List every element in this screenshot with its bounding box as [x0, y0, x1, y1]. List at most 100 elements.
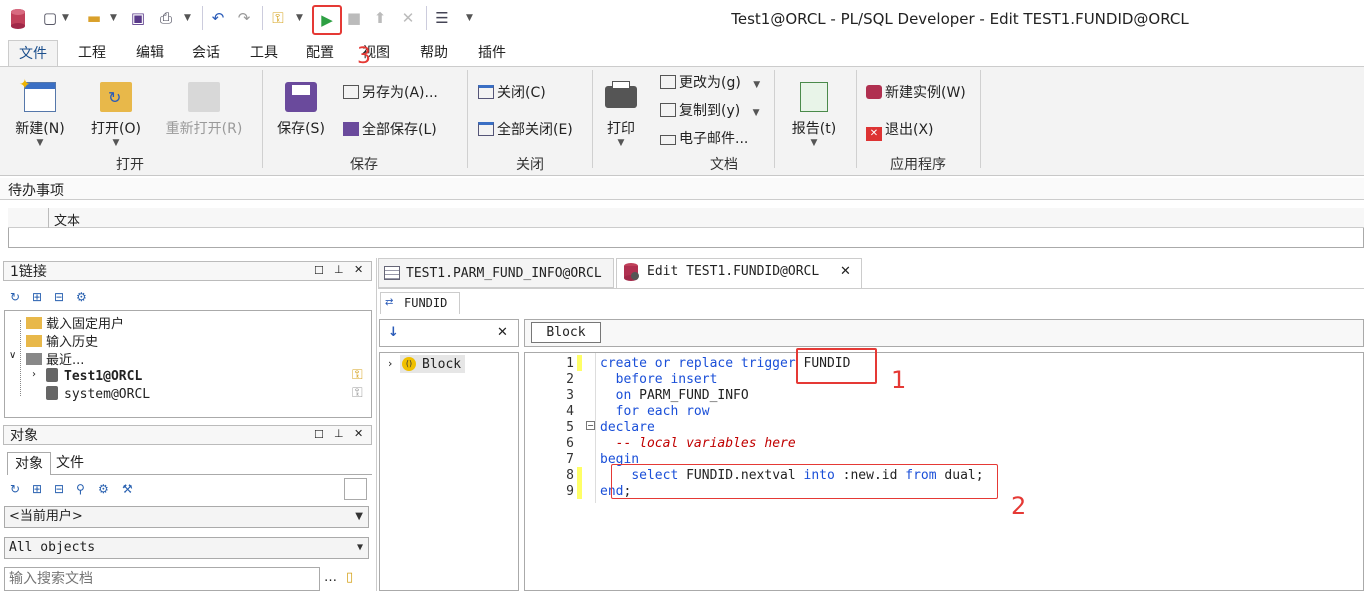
collapse-icon[interactable]: › — [32, 369, 36, 380]
commit-icon[interactable]: ⬆ — [370, 8, 390, 28]
menu-file[interactable]: 文件 — [8, 40, 58, 66]
filter-icon[interactable]: ⚙ — [98, 482, 109, 496]
email-button[interactable]: 电子邮件... — [660, 128, 748, 150]
menu-configure[interactable]: 配置 — [296, 40, 344, 66]
maximize-icon[interactable]: ☐ — [314, 428, 324, 441]
collapse-all-icon[interactable]: ⊟ — [54, 290, 64, 304]
divider — [980, 70, 981, 168]
report-button[interactable]: 报告(t) ▼ — [784, 82, 844, 148]
expand-all-icon[interactable]: ⊞ — [32, 482, 42, 496]
menu-edit[interactable]: 编辑 — [126, 40, 174, 66]
open-folder-icon[interactable]: ▬ — [84, 8, 104, 28]
group-application-label: 应用程序 — [890, 157, 946, 173]
customize-icon[interactable]: ▼ — [466, 13, 473, 23]
menu-plugins[interactable]: 插件 — [468, 40, 516, 66]
exit-button[interactable]: ✕ 退出(X) — [866, 119, 934, 141]
close-icon[interactable]: ✕ — [354, 427, 363, 440]
search-input[interactable] — [4, 567, 320, 591]
tree-item-fixed-users[interactable]: 载入固定用户 — [26, 313, 124, 332]
maximize-icon[interactable]: ☐ — [314, 264, 324, 277]
code-line-5: declare — [600, 420, 984, 436]
settings-icon[interactable]: ⚒ — [122, 482, 133, 496]
pin-icon[interactable]: ⊥ — [334, 427, 344, 440]
key-icon[interactable]: ⚿ — [268, 8, 288, 28]
tree-block[interactable]: () Block — [400, 355, 466, 373]
tab-files[interactable]: 文件 — [56, 452, 84, 474]
tree-item-label: 最近... — [46, 353, 85, 368]
find-icon[interactable]: ⚲ — [76, 482, 85, 496]
new-file-icon[interactable]: ▯ — [346, 570, 353, 585]
break-icon[interactable]: ■ — [344, 8, 364, 28]
open-button[interactable]: ↻ 打开(O) ▼ — [84, 82, 148, 148]
close-all-button[interactable]: 全部关闭(E) — [478, 119, 573, 141]
code-line-2: before insert — [600, 372, 984, 388]
refresh-icon[interactable]: ↻ — [10, 290, 20, 304]
divider — [48, 208, 49, 228]
menu-help[interactable]: 帮助 — [410, 40, 458, 66]
menu-session[interactable]: 会话 — [182, 40, 230, 66]
tree-item-system[interactable]: system@ORCL — [46, 386, 150, 402]
chevron-down-icon[interactable]: ▼ — [184, 13, 191, 23]
menu-tools[interactable]: 工具 — [240, 40, 288, 66]
close-button[interactable]: 关闭(C) — [478, 82, 546, 104]
new-button[interactable]: ✦ 新建(N) ▼ — [10, 77, 70, 148]
open-label: 打开(O) — [91, 121, 141, 137]
redo-icon[interactable]: ↷ — [234, 8, 254, 28]
expand-all-icon[interactable]: ⊞ — [32, 290, 42, 304]
tab-objects[interactable]: 对象 — [7, 452, 51, 475]
close-icon[interactable]: ✕ — [497, 325, 508, 340]
code-identifier: PARM_FUND_INFO — [639, 388, 749, 403]
save-as-button[interactable]: 另存为(A)... — [343, 82, 438, 104]
line-numbers: 1 2 3 4 5 6 7 8 9 — [530, 356, 574, 500]
chevron-down-icon[interactable]: ▼ — [62, 13, 69, 23]
close-tab-icon[interactable]: ✕ — [840, 264, 851, 279]
close-icon[interactable]: ✕ — [354, 263, 363, 276]
undo-icon[interactable]: ↶ — [208, 8, 228, 28]
settings-sliders-icon[interactable]: ☰ — [432, 8, 452, 28]
expand-icon[interactable]: › — [388, 357, 392, 370]
chevron-down-icon: ▼ — [752, 108, 760, 118]
save-button[interactable]: 保存(S) — [270, 82, 332, 138]
object-type-select[interactable]: All objects ▼ — [4, 537, 369, 559]
expand-icon[interactable]: ∨ — [9, 350, 16, 361]
change-to-button[interactable]: 更改为(g) ▼ — [660, 72, 760, 94]
collapse-all-icon[interactable]: ⊟ — [54, 482, 64, 496]
fold-icon[interactable]: − — [586, 421, 595, 430]
reopen-button[interactable]: 重新打开(R) — [158, 82, 250, 138]
divider — [592, 70, 593, 168]
sort-icon[interactable]: ↓ — [388, 325, 399, 340]
save-all-label: 全部保存(L) — [362, 122, 437, 138]
todo-col-text[interactable]: 文本 — [54, 210, 80, 229]
report-icon — [800, 82, 828, 112]
rollback-icon[interactable]: ✕ — [398, 8, 418, 28]
tree-item-test1[interactable]: Test1@ORCL — [46, 368, 142, 384]
splitter[interactable] — [376, 258, 377, 591]
chevron-down-icon: ▼ — [355, 511, 363, 522]
pin-icon[interactable]: ⊥ — [334, 263, 344, 276]
filter-icon[interactable]: ⚙ — [76, 290, 87, 304]
change-to-label: 更改为(g) — [679, 75, 741, 91]
tree-item-history[interactable]: 输入历史 — [26, 331, 98, 350]
color-swatch[interactable] — [344, 478, 367, 500]
tree-item-recent[interactable]: 最近... — [26, 349, 84, 368]
user-select[interactable]: <当前用户> ▼ — [4, 506, 369, 528]
new-instance-button[interactable]: 新建实例(W) — [866, 82, 966, 104]
block-label-button[interactable]: Block — [531, 322, 601, 343]
block-header — [524, 319, 1364, 347]
printer-icon — [605, 81, 637, 108]
todo-col-header[interactable] — [8, 208, 1364, 228]
menu-project[interactable]: 工程 — [68, 40, 116, 66]
refresh-icon[interactable]: ↻ — [10, 482, 20, 496]
chevron-down-icon[interactable]: ▼ — [110, 13, 117, 23]
print-icon[interactable]: ⎙ — [156, 8, 176, 28]
save-icon[interactable]: ▣ — [128, 8, 148, 28]
code-keyword: create or replace trigger — [600, 356, 796, 371]
run-button[interactable]: ▶ — [312, 5, 342, 35]
connections-title: 1链接 — [10, 264, 47, 280]
more-icon[interactable]: … — [324, 570, 337, 585]
print-button[interactable]: 打印 ▼ — [598, 81, 644, 148]
save-all-button[interactable]: 全部保存(L) — [343, 119, 437, 141]
copy-to-button[interactable]: 复制到(y) ▼ — [660, 100, 760, 122]
new-icon[interactable]: ▢ — [40, 8, 60, 28]
chevron-down-icon[interactable]: ▼ — [296, 13, 303, 23]
